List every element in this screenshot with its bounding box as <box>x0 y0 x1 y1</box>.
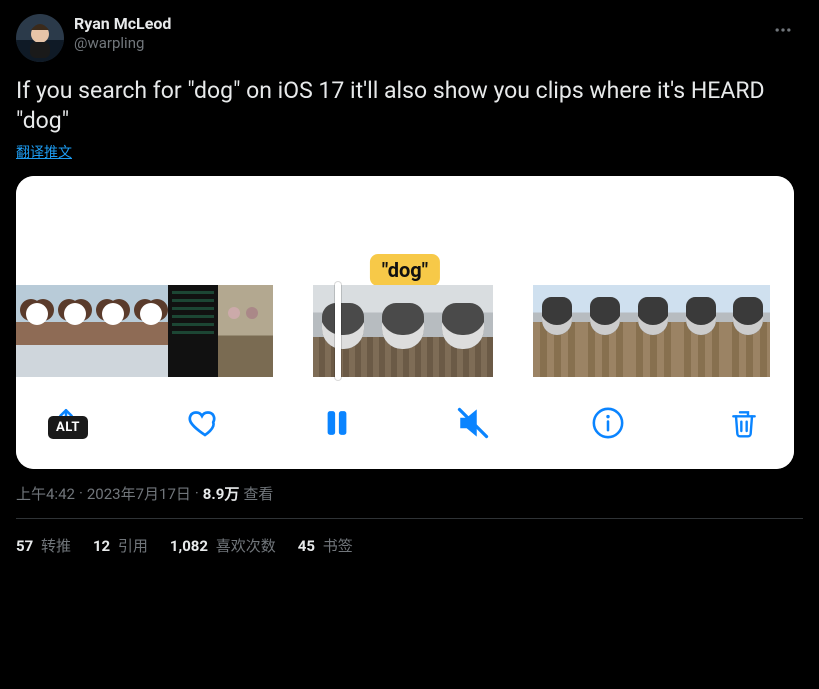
handle[interactable]: @warpling <box>74 34 171 53</box>
clip-thumb[interactable] <box>168 285 218 377</box>
tweet-header: Ryan McLeod @warpling <box>16 14 803 62</box>
attached-media[interactable]: "dog" <box>16 176 794 469</box>
search-caption-tag: "dog" <box>370 254 440 286</box>
clip-thumb[interactable] <box>533 285 581 377</box>
author-names: Ryan McLeod @warpling <box>74 14 171 53</box>
clip-thumb[interactable] <box>629 285 677 377</box>
tweet-meta: 上午4:42 · 2023年7月17日 · 8.9万 查看 <box>16 483 803 504</box>
alt-badge[interactable]: ALT <box>48 416 88 439</box>
media-toolbar <box>16 379 794 469</box>
clip-thumb[interactable] <box>581 285 629 377</box>
tweet-text: If you search for "dog" on iOS 17 it'll … <box>16 76 803 136</box>
clip-thumb[interactable] <box>725 285 770 377</box>
retweets-stat[interactable]: 57 转推 <box>16 535 71 556</box>
clip-group-3 <box>533 285 770 377</box>
bookmarks-stat[interactable]: 45 书签 <box>298 535 353 556</box>
quotes-stat[interactable]: 12 引用 <box>93 535 148 556</box>
more-options-button[interactable] <box>767 14 799 46</box>
tweet-container: Ryan McLeod @warpling If you search for … <box>0 0 819 556</box>
tweet-stats: 57 转推 12 引用 1,082 喜欢次数 45 书签 <box>16 519 803 556</box>
clip-thumb[interactable] <box>16 285 54 377</box>
pause-button[interactable] <box>315 401 359 445</box>
views-label: 查看 <box>243 483 273 504</box>
clip-thumb[interactable] <box>92 285 130 377</box>
info-button[interactable] <box>586 401 630 445</box>
mute-button[interactable] <box>451 401 495 445</box>
playhead[interactable] <box>335 282 341 380</box>
clip-thumb[interactable] <box>218 285 273 377</box>
clip-thumb[interactable] <box>433 285 493 377</box>
likes-stat[interactable]: 1,082 喜欢次数 <box>170 535 276 556</box>
clip-thumb[interactable] <box>373 285 433 377</box>
media-header-area: "dog" <box>16 176 794 284</box>
translate-link[interactable]: 翻译推文 <box>16 142 72 162</box>
clip-thumb[interactable] <box>130 285 168 377</box>
avatar[interactable] <box>16 14 64 62</box>
views-count: 8.9万 <box>203 483 240 504</box>
timestamp[interactable]: 上午4:42 <box>16 483 75 504</box>
video-timeline[interactable] <box>16 284 794 379</box>
clip-group-1 <box>16 285 273 377</box>
like-button[interactable] <box>180 401 224 445</box>
clip-thumb[interactable] <box>54 285 92 377</box>
clip-thumb[interactable] <box>677 285 725 377</box>
delete-button[interactable] <box>722 401 766 445</box>
clip-group-2 <box>313 285 493 377</box>
clip-thumb[interactable] <box>313 285 373 377</box>
date[interactable]: 2023年7月17日 <box>87 483 191 504</box>
display-name[interactable]: Ryan McLeod <box>74 14 171 34</box>
